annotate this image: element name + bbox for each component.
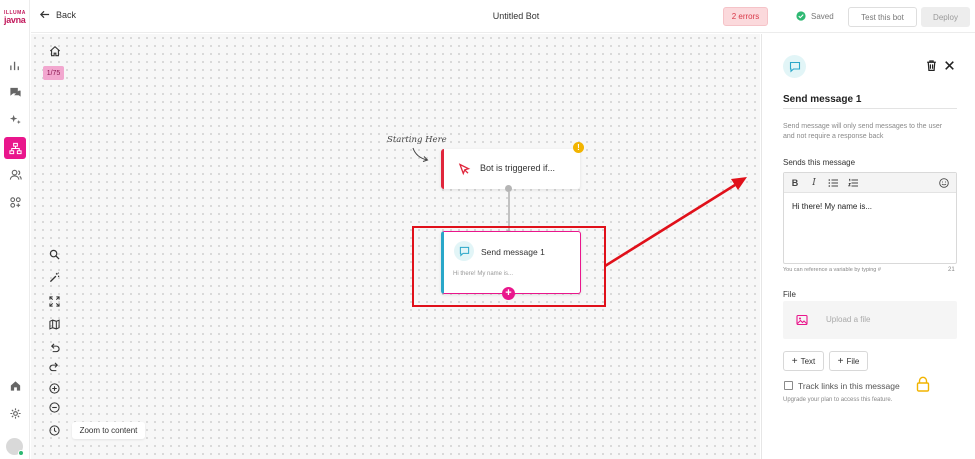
search-icon[interactable]	[46, 246, 62, 262]
node-counter-badge: 1/75	[43, 66, 64, 80]
panel-title[interactable]: Send message 1	[783, 94, 861, 105]
sparkle-icon[interactable]	[6, 110, 24, 128]
starting-here-annotation: Starting Here	[387, 135, 447, 145]
emoji-icon[interactable]	[938, 177, 950, 189]
annotation-highlight-box	[412, 226, 606, 307]
canvas-home-icon[interactable]	[47, 43, 63, 59]
fit-screen-icon[interactable]	[46, 293, 62, 309]
bot-title[interactable]: Untitled Bot	[471, 11, 561, 21]
online-status-indicator	[18, 450, 24, 456]
clock-icon[interactable]	[46, 422, 62, 438]
deploy-button[interactable]: Deploy	[921, 7, 970, 27]
bot-flow-icon[interactable]	[4, 137, 26, 159]
saved-status: Saved	[796, 11, 834, 21]
trigger-output-handle[interactable]	[505, 185, 512, 192]
track-links-label[interactable]: Track links in this message	[798, 381, 900, 391]
add-text-button[interactable]: + Text	[783, 351, 824, 371]
variable-hint: You can reference a variable by typing #	[783, 267, 881, 273]
check-circle-icon	[796, 11, 806, 21]
flow-canvas[interactable]: 1/75 Zoom to content Starting Here Bot i…	[31, 34, 760, 459]
upload-file-dropzone[interactable]: Upload a file	[783, 301, 957, 339]
magic-wand-icon[interactable]	[46, 269, 62, 285]
message-editor[interactable]: B I Hi there! My name is...	[783, 172, 957, 264]
settings-gear-icon[interactable]	[6, 404, 24, 422]
test-bot-button[interactable]: Test this bot	[848, 7, 917, 27]
brand-logo[interactable]: ILLUMA javna	[4, 11, 26, 31]
upgrade-note: Upgrade your plan to access this feature…	[783, 397, 893, 403]
add-file-button[interactable]: + File	[829, 351, 868, 371]
add-text-label: Text	[800, 356, 816, 366]
node-settings-panel: Send message 1 Send message will only se…	[761, 34, 975, 459]
lock-icon	[916, 376, 930, 392]
file-section-label: File	[783, 290, 796, 299]
contacts-icon[interactable]	[6, 165, 24, 183]
trigger-node[interactable]: Bot is triggered if...	[441, 149, 580, 189]
analytics-icon[interactable]	[6, 56, 24, 74]
cursor-click-icon	[458, 163, 471, 176]
logo-word-text: javna	[4, 15, 26, 25]
back-button[interactable]: Back	[39, 9, 76, 20]
curved-arrow-icon	[412, 147, 429, 162]
add-file-label: File	[846, 356, 860, 366]
character-count: 21	[948, 267, 955, 273]
numbered-list-icon[interactable]	[847, 177, 859, 189]
minimap-icon[interactable]	[46, 316, 62, 332]
image-icon	[796, 314, 808, 326]
italic-button[interactable]: I	[808, 177, 820, 189]
editor-toolbar: B I	[784, 173, 956, 193]
zoom-out-icon[interactable]	[46, 399, 62, 415]
user-avatar[interactable]	[6, 438, 24, 456]
redo-icon[interactable]	[46, 358, 62, 374]
arrow-left-icon	[39, 10, 50, 19]
home-icon[interactable]	[6, 376, 24, 394]
bold-button[interactable]: B	[789, 177, 801, 189]
plus-icon: +	[837, 355, 844, 367]
message-text[interactable]: Hi there! My name is...	[792, 202, 872, 211]
chat-icon[interactable]	[6, 83, 24, 101]
track-links-checkbox[interactable]	[784, 381, 793, 390]
warning-icon[interactable]: !	[573, 142, 584, 153]
back-label: Back	[56, 9, 77, 20]
upload-label: Upload a file	[826, 315, 871, 324]
undo-icon[interactable]	[46, 339, 62, 355]
zoom-to-content-tooltip: Zoom to content	[72, 422, 145, 439]
trash-icon[interactable]	[925, 59, 938, 72]
close-icon[interactable]	[943, 59, 956, 72]
integrations-icon[interactable]	[6, 193, 24, 211]
zoom-in-icon[interactable]	[46, 380, 62, 396]
panel-message-icon	[783, 55, 806, 78]
top-bar: Back Untitled Bot 2 errors Saved Test th…	[31, 0, 975, 33]
errors-badge[interactable]: 2 errors	[723, 7, 768, 26]
panel-divider	[783, 108, 957, 109]
panel-description: Send message will only send messages to …	[783, 123, 943, 140]
trigger-node-label: Bot is triggered if...	[480, 163, 556, 173]
plus-icon: +	[791, 355, 798, 367]
sends-message-label: Sends this message	[783, 158, 856, 167]
saved-label: Saved	[811, 11, 834, 21]
bullet-list-icon[interactable]	[827, 177, 839, 189]
left-rail: ILLUMA javna	[0, 0, 30, 459]
